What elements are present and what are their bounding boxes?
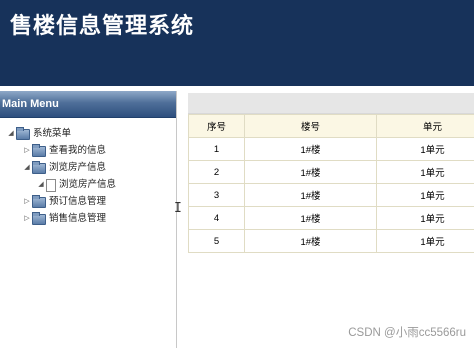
tree-node-system-menu[interactable]: ◢ 系统菜单 xyxy=(6,126,71,142)
folder-icon xyxy=(32,143,46,157)
table-cell: 3 xyxy=(188,183,245,207)
folder-icon xyxy=(32,160,46,174)
table-cell: 1单元 xyxy=(376,206,474,230)
collapse-icon[interactable]: ◢ xyxy=(22,160,32,176)
table-cell: 1#楼 xyxy=(244,137,377,161)
table-cell: 2 xyxy=(188,160,245,184)
text-cursor-icon: I xyxy=(174,201,182,216)
expand-icon[interactable]: ▷ xyxy=(22,211,32,227)
content-panel: 序号 楼号 单元 1 1#楼 1单元 2 1#楼 1单元 3 1#楼 1单元 4… xyxy=(188,93,474,348)
tree-node-browse-property-leaf[interactable]: ◢ 浏览房产信息 xyxy=(36,177,116,193)
watermark-text: CSDN @小雨cc5566ru xyxy=(348,327,466,339)
table-row[interactable]: 5 1#楼 1单元 xyxy=(188,229,474,253)
tree-node-booking-management[interactable]: ▷ 预订信息管理 xyxy=(22,194,106,210)
app-title: 售楼信息管理系统 xyxy=(10,13,195,39)
collapse-icon[interactable]: ◢ xyxy=(6,126,16,142)
tree-node-label: 预订信息管理 xyxy=(49,196,107,207)
column-header[interactable]: 单元 xyxy=(376,114,474,138)
tree-node-browse-property[interactable]: ◢ 浏览房产信息 xyxy=(22,160,106,176)
tree-node-sales-management[interactable]: ▷ 销售信息管理 xyxy=(22,211,106,227)
expand-icon[interactable]: ▷ xyxy=(22,194,32,210)
folder-icon xyxy=(16,126,30,140)
table-cell: 1#楼 xyxy=(244,160,377,184)
menu-title: Main Menu xyxy=(0,91,176,118)
tree-node-label: 系统菜单 xyxy=(33,128,72,139)
column-header[interactable]: 序号 xyxy=(188,114,245,138)
table-row[interactable]: 2 1#楼 1单元 xyxy=(188,160,474,184)
table-cell: 1#楼 xyxy=(244,206,377,230)
table-cell: 1单元 xyxy=(376,183,474,207)
table-row[interactable]: 4 1#楼 1单元 xyxy=(188,206,474,230)
table-cell: 1#楼 xyxy=(244,229,377,253)
tree-node-label: 查看我的信息 xyxy=(49,145,107,156)
document-icon xyxy=(46,178,56,192)
property-table: 序号 楼号 单元 1 1#楼 1单元 2 1#楼 1单元 3 1#楼 1单元 4… xyxy=(188,114,474,253)
folder-icon xyxy=(32,211,46,225)
table-row[interactable]: 3 1#楼 1单元 xyxy=(188,183,474,207)
table-cell: 1 xyxy=(188,137,245,161)
grid-toolbar xyxy=(188,93,474,114)
table-row[interactable]: 1 1#楼 1单元 xyxy=(188,137,474,161)
table-header-row: 序号 楼号 单元 xyxy=(188,114,474,138)
app-header: 售楼信息管理系统 xyxy=(0,0,474,86)
left-menu-panel: Main Menu ◢ 系统菜单 ▷ 查看我的信息 ◢ 浏览房产信息 ◢ 浏览房… xyxy=(0,91,177,348)
folder-icon xyxy=(32,194,46,208)
tree-node-label: 浏览房产信息 xyxy=(59,179,117,190)
expand-icon[interactable]: ▷ xyxy=(22,143,32,159)
table-cell: 1单元 xyxy=(376,160,474,184)
table-cell: 4 xyxy=(188,206,245,230)
tree-node-label: 销售信息管理 xyxy=(49,213,107,224)
table-cell: 1单元 xyxy=(376,137,474,161)
table-cell: 1单元 xyxy=(376,229,474,253)
tree-node-view-my-info[interactable]: ▷ 查看我的信息 xyxy=(22,143,106,159)
column-header[interactable]: 楼号 xyxy=(244,114,377,138)
collapse-icon: ◢ xyxy=(38,181,44,188)
table-cell: 5 xyxy=(188,229,245,253)
tree-node-label: 浏览房产信息 xyxy=(49,162,107,173)
table-cell: 1#楼 xyxy=(244,183,377,207)
